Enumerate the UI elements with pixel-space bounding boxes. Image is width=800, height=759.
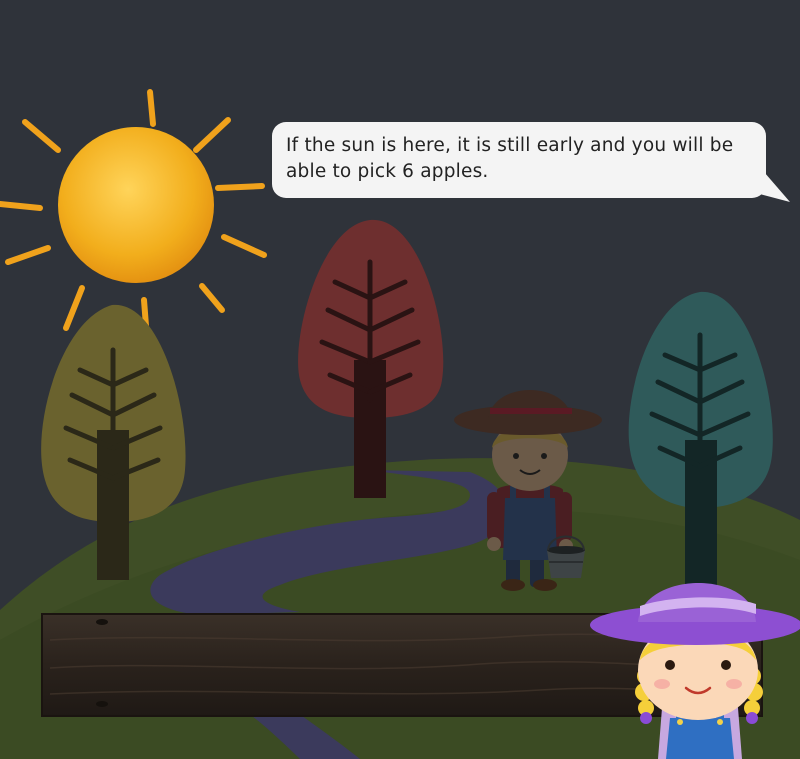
dialog-text: If the sun is here, it is still early an… xyxy=(286,135,734,182)
speech-bubble: If the sun is here, it is still early an… xyxy=(272,122,766,198)
game-scene xyxy=(0,0,800,759)
